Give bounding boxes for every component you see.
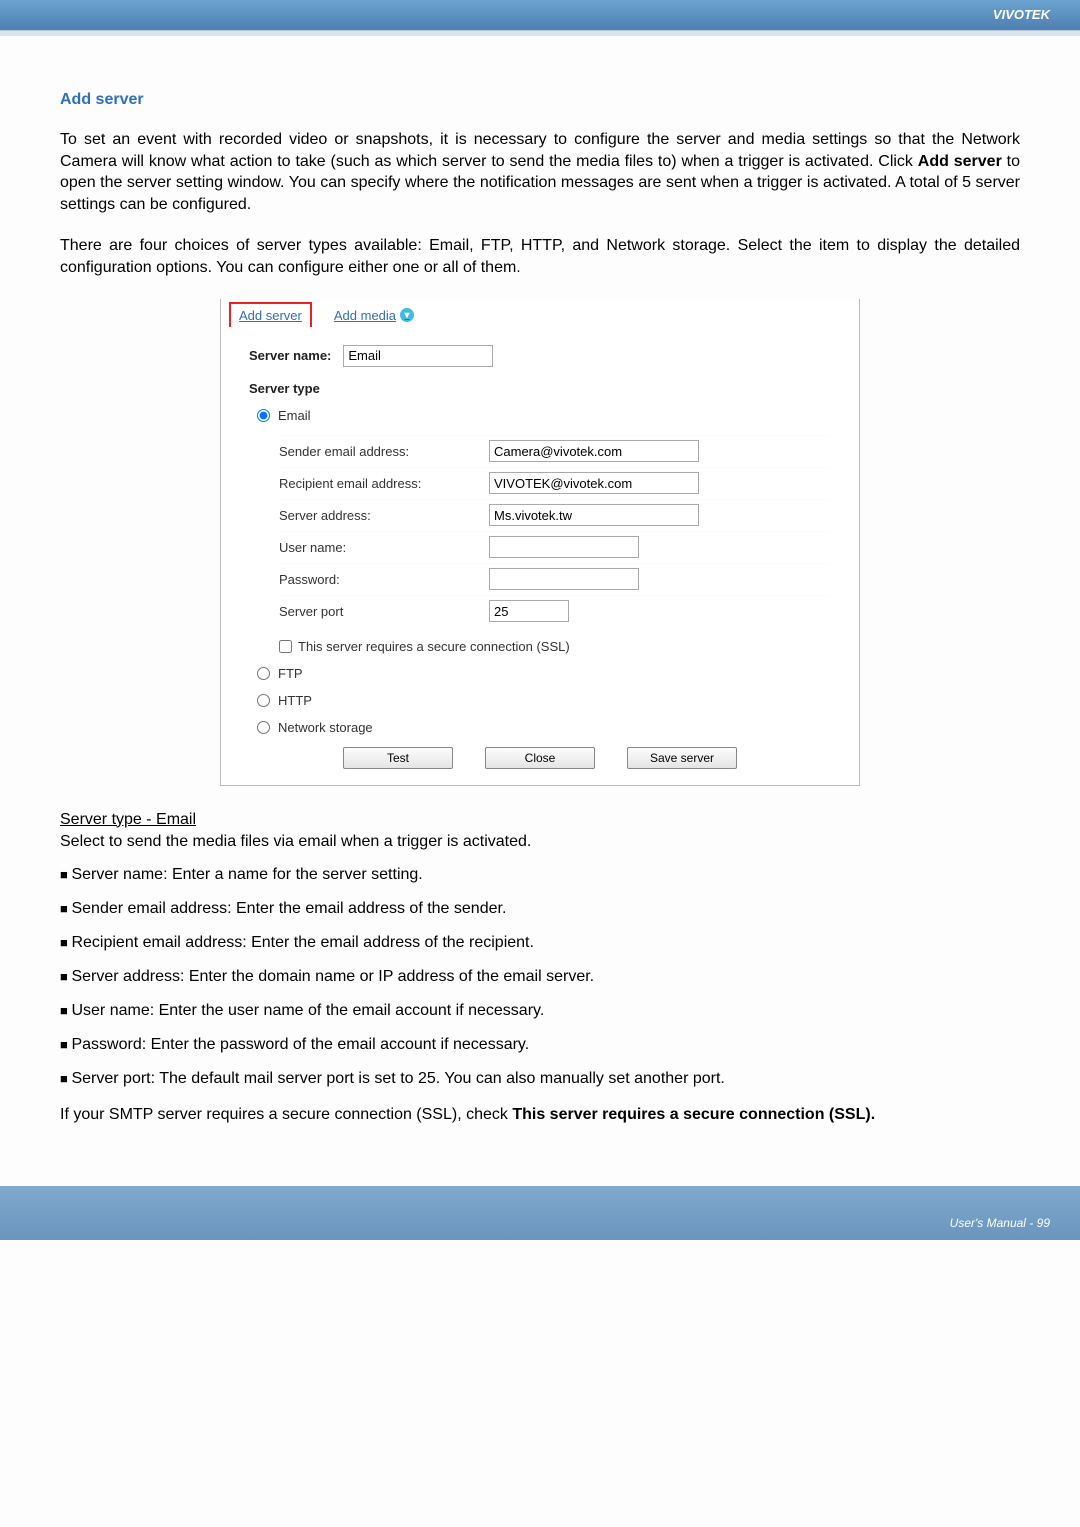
footer-text: User's Manual - 99 <box>950 1216 1050 1230</box>
ssl-checkbox[interactable] <box>279 640 292 653</box>
intro-paragraph-2: There are four choices of server types a… <box>60 235 1020 278</box>
intro-paragraph-1: To set an event with recorded video or s… <box>60 129 1020 215</box>
tab-add-media-label: Add media <box>334 308 396 323</box>
chevron-down-icon: ▾ <box>400 308 414 322</box>
radio-network-storage[interactable] <box>257 721 270 734</box>
server-addr-label: Server address: <box>279 508 489 523</box>
dialog-tabs: Add server Add media ▾ <box>221 297 859 327</box>
radio-email-row: Email <box>249 408 831 423</box>
server-name-row: Server name: <box>249 345 831 367</box>
recipient-input[interactable] <box>489 472 699 494</box>
closing-a: If your SMTP server requires a secure co… <box>60 1106 512 1123</box>
list-item: Server port: The default mail server por… <box>60 1070 1020 1088</box>
radio-ns-row: Network storage <box>249 720 831 735</box>
list-item: Server address: Enter the domain name or… <box>60 968 1020 986</box>
sender-input[interactable] <box>489 440 699 462</box>
page-content: Add server To set an event with recorded… <box>0 36 1080 1186</box>
server-addr-row: Server address: <box>279 499 831 531</box>
recipient-row: Recipient email address: <box>279 467 831 499</box>
radio-ftp-label: FTP <box>278 666 303 681</box>
dialog-container: Add server Add media ▾ Server name: Serv… <box>60 299 1020 786</box>
radio-ftp-row: FTP <box>249 666 831 681</box>
radio-email[interactable] <box>257 409 270 422</box>
brand-label: VIVOTEK <box>993 7 1050 22</box>
username-row: User name: <box>279 531 831 563</box>
para1-bold: Add server <box>918 153 1002 170</box>
radio-ns-label: Network storage <box>278 720 373 735</box>
add-server-dialog: Add server Add media ▾ Server name: Serv… <box>220 299 860 786</box>
server-name-label: Server name: <box>249 348 331 363</box>
port-row: Server port <box>279 595 831 627</box>
close-button[interactable]: Close <box>485 747 595 769</box>
save-server-button[interactable]: Save server <box>627 747 737 769</box>
list-item: Sender email address: Enter the email ad… <box>60 900 1020 918</box>
subsection-heading: Server type - Email <box>60 811 1020 829</box>
closing-bold: This server requires a secure connection… <box>512 1106 875 1123</box>
server-type-heading: Server type <box>249 381 831 396</box>
password-label: Password: <box>279 572 489 587</box>
password-row: Password: <box>279 563 831 595</box>
radio-ftp[interactable] <box>257 667 270 680</box>
para1-part-a: To set an event with recorded video or s… <box>60 131 1020 170</box>
username-label: User name: <box>279 540 489 555</box>
list-item: Password: Enter the password of the emai… <box>60 1036 1020 1054</box>
radio-http-label: HTTP <box>278 693 312 708</box>
password-input[interactable] <box>489 568 639 590</box>
radio-http[interactable] <box>257 694 270 707</box>
username-input[interactable] <box>489 536 639 558</box>
closing-paragraph: If your SMTP server requires a secure co… <box>60 1104 1020 1126</box>
tab-add-media[interactable]: Add media ▾ <box>326 304 422 327</box>
subsection-intro: Select to send the media files via email… <box>60 831 1020 853</box>
ssl-label: This server requires a secure connection… <box>298 639 570 654</box>
test-button[interactable]: Test <box>343 747 453 769</box>
radio-http-row: HTTP <box>249 693 831 708</box>
top-banner: VIVOTEK <box>0 0 1080 30</box>
footer-banner: User's Manual - 99 <box>0 1186 1080 1240</box>
section-title: Add server <box>60 91 1020 109</box>
ssl-row: This server requires a secure connection… <box>249 639 831 654</box>
server-addr-input[interactable] <box>489 504 699 526</box>
server-name-input[interactable] <box>343 345 493 367</box>
list-item: User name: Enter the user name of the em… <box>60 1002 1020 1020</box>
sender-label: Sender email address: <box>279 444 489 459</box>
dialog-body: Server name: Server type Email Sender em… <box>221 327 859 773</box>
sender-row: Sender email address: <box>279 435 831 467</box>
port-label: Server port <box>279 604 489 619</box>
radio-email-label: Email <box>278 408 311 423</box>
bullet-list: Server name: Enter a name for the server… <box>60 866 1020 1088</box>
recipient-label: Recipient email address: <box>279 476 489 491</box>
tab-add-server[interactable]: Add server <box>229 302 312 327</box>
port-input[interactable] <box>489 600 569 622</box>
list-item: Server name: Enter a name for the server… <box>60 866 1020 884</box>
list-item: Recipient email address: Enter the email… <box>60 934 1020 952</box>
email-form: Sender email address: Recipient email ad… <box>249 435 831 627</box>
dialog-buttons: Test Close Save server <box>249 747 831 769</box>
